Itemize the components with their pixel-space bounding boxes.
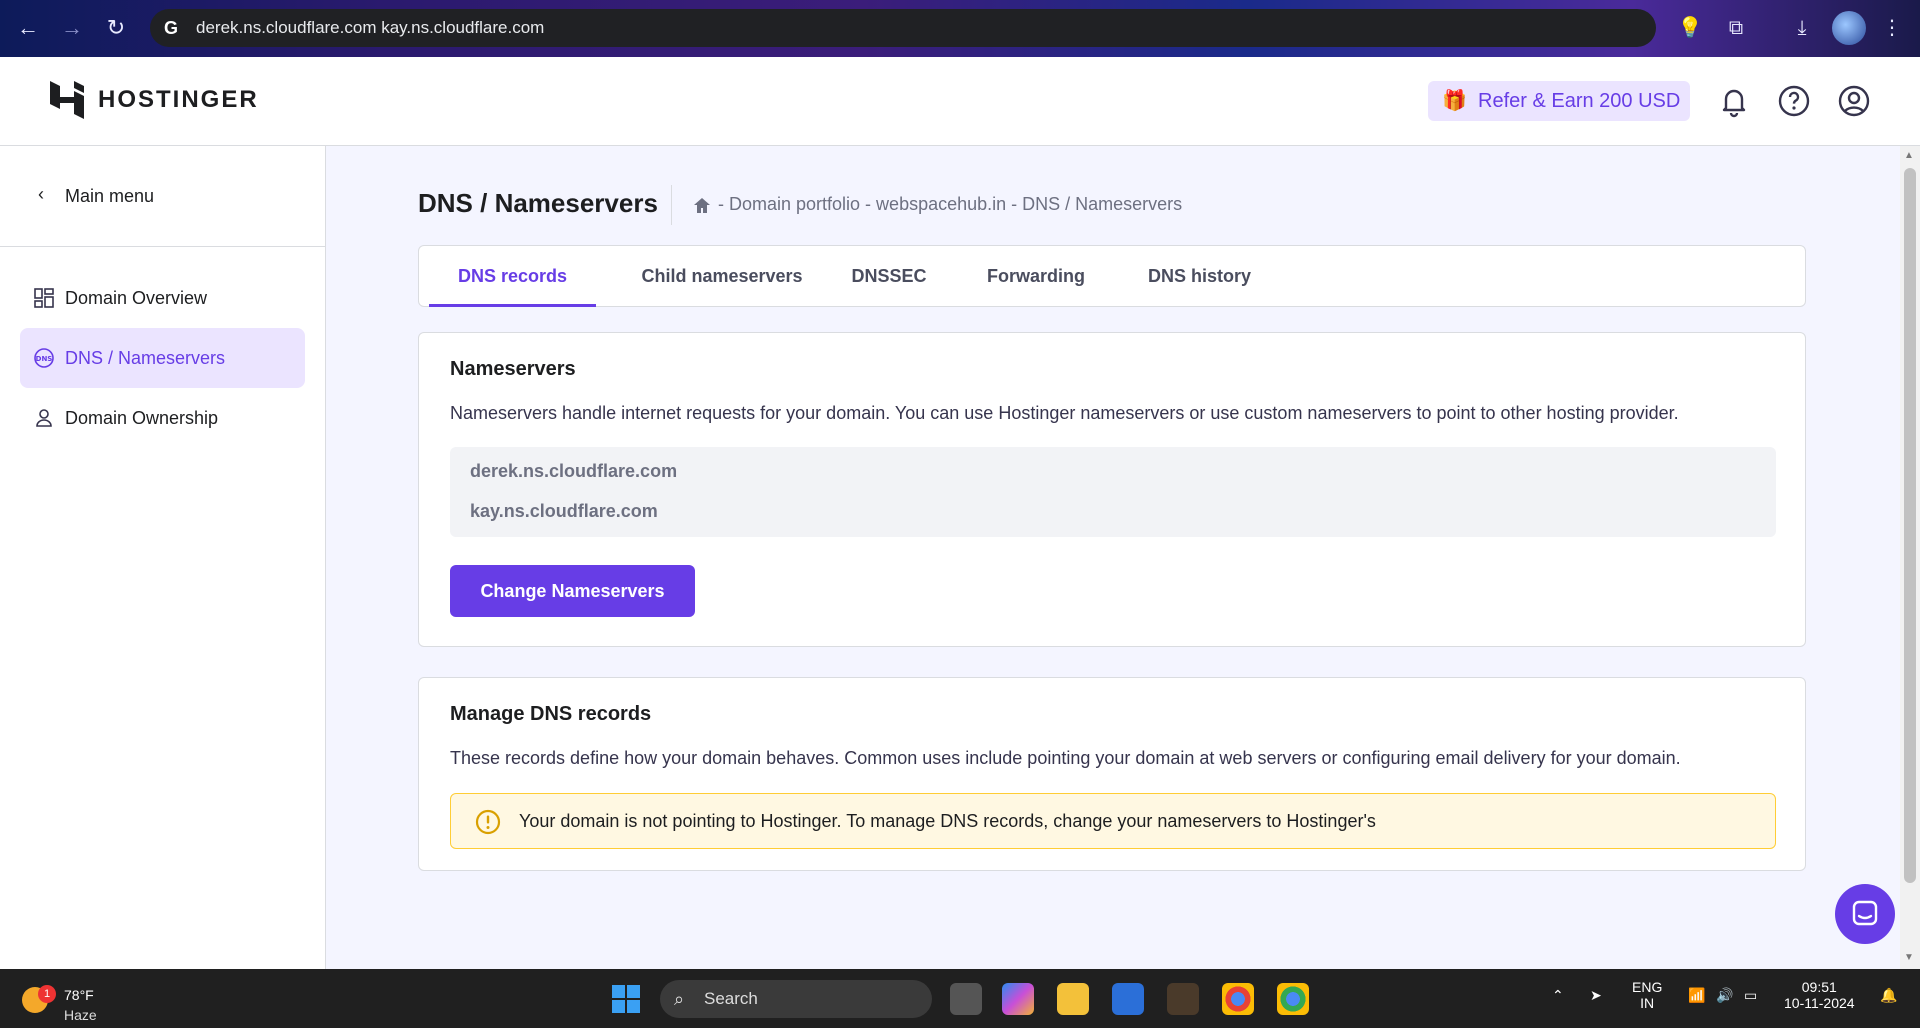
- scroll-down-icon[interactable]: ▼: [1904, 952, 1914, 963]
- dashboard-icon: [34, 288, 54, 308]
- extensions-icon[interactable]: ⧉: [1722, 14, 1750, 42]
- refer-earn-button[interactable]: 🎁 Refer & Earn 200 USD: [1428, 81, 1690, 121]
- download-icon[interactable]: ⤓: [1788, 14, 1816, 42]
- main-menu-label: Main menu: [65, 186, 155, 206]
- nameserver-item: derek.ns.cloudflare.com: [470, 461, 678, 481]
- hostinger-logo[interactable]: HOSTINGER: [50, 81, 259, 119]
- chrome-icon[interactable]: [1222, 983, 1254, 1015]
- help-icon[interactable]: [1776, 83, 1812, 119]
- volume-icon[interactable]: 🔊: [1716, 987, 1733, 1004]
- tab-dns-records[interactable]: DNS records: [429, 246, 596, 307]
- sidebar-item-domain-overview[interactable]: Domain Overview: [20, 268, 305, 328]
- sidebar-item-domain-ownership[interactable]: Domain Ownership: [20, 388, 305, 448]
- account-icon[interactable]: [1836, 83, 1872, 119]
- location-icon[interactable]: ➤: [1590, 987, 1602, 1004]
- hostinger-logo-icon: [50, 81, 84, 119]
- battery-icon[interactable]: ▭: [1744, 987, 1757, 1004]
- address-bar[interactable]: G derek.ns.cloudflare.com kay.ns.cloudfl…: [150, 9, 1656, 47]
- chrome-profile-icon[interactable]: [1277, 983, 1309, 1015]
- warning-alert: Your domain is not pointing to Hostinger…: [450, 793, 1776, 849]
- notification-badge: 1: [38, 985, 56, 1003]
- language-code: ENG: [1632, 979, 1663, 995]
- sidebar: ‹ Main menu Domain Overview DNS DNS / Na…: [0, 146, 326, 969]
- region-code: IN: [1640, 995, 1655, 1011]
- clock[interactable]: 09:51 10-11-2024: [1784, 979, 1855, 1011]
- gift-icon: 🎁: [1442, 90, 1467, 112]
- page-scrollbar[interactable]: ▲ ▼: [1900, 146, 1920, 969]
- address-text: derek.ns.cloudflare.com kay.ns.cloudflar…: [196, 18, 545, 37]
- chat-icon: [1852, 900, 1878, 926]
- copilot-icon[interactable]: [1002, 983, 1034, 1015]
- google-icon: G: [164, 18, 179, 38]
- dns-tabs: DNS records Child nameservers DNSSEC For…: [418, 245, 1806, 307]
- forward-arrow-icon[interactable]: →: [58, 14, 86, 42]
- nameserver-list: derek.ns.cloudflare.com kay.ns.cloudflar…: [450, 447, 1776, 537]
- change-nameservers-button[interactable]: Change Nameservers: [450, 565, 695, 617]
- brand-name: HOSTINGER: [98, 86, 259, 113]
- back-arrow-icon[interactable]: ←: [14, 14, 42, 42]
- home-icon[interactable]: [692, 195, 712, 215]
- date: 10-11-2024: [1784, 995, 1855, 1011]
- sidebar-item-label: DNS / Nameservers: [65, 348, 226, 368]
- tab-forwarding[interactable]: Forwarding: [966, 246, 1106, 307]
- bell-icon[interactable]: [1716, 83, 1752, 119]
- app-header: HOSTINGER 🎁 Refer & Earn 200 USD: [0, 57, 1920, 146]
- search-icon: ⌕: [674, 989, 685, 1009]
- app-icon[interactable]: [1167, 983, 1199, 1015]
- chevron-up-icon[interactable]: ⌃: [1552, 987, 1564, 1004]
- notifications-bell-icon[interactable]: 🔔: [1880, 987, 1897, 1004]
- time: 09:51: [1801, 979, 1837, 995]
- weather-condition: Haze: [64, 1007, 97, 1023]
- manage-dns-heading: Manage DNS records: [450, 703, 652, 725]
- scrollbar-thumb[interactable]: [1904, 168, 1916, 883]
- nameserver-item: kay.ns.cloudflare.com: [470, 501, 658, 521]
- sidebar-item-label: Domain Overview: [65, 288, 208, 308]
- nameservers-description: Nameservers handle internet requests for…: [450, 403, 1679, 423]
- windows-start-icon[interactable]: [612, 985, 640, 1013]
- browser-toolbar: ← → ↻ G derek.ns.cloudflare.com kay.ns.c…: [0, 0, 1920, 57]
- manage-dns-description: These records define how your domain beh…: [450, 748, 1681, 768]
- tab-child-nameservers[interactable]: Child nameservers: [619, 246, 825, 307]
- breadcrumb: - Domain portfolio - webspacehub.in - DN…: [692, 194, 1182, 215]
- kebab-menu-icon[interactable]: ⋮: [1878, 14, 1906, 42]
- manage-dns-card: Manage DNS records These records define …: [418, 677, 1806, 871]
- svg-text:DNS: DNS: [36, 355, 53, 363]
- profile-avatar[interactable]: [1832, 11, 1866, 45]
- task-view-icon[interactable]: [950, 983, 982, 1015]
- lightbulb-icon[interactable]: 💡: [1676, 14, 1704, 42]
- tab-dns-history[interactable]: DNS history: [1127, 246, 1272, 307]
- sidebar-item-label: Domain Ownership: [65, 408, 219, 428]
- nameservers-heading: Nameservers: [450, 358, 576, 380]
- dns-icon: DNS: [34, 348, 54, 368]
- chevron-left-icon: ‹: [38, 184, 44, 204]
- main-menu-link[interactable]: ‹ Main menu: [0, 146, 325, 247]
- windows-taskbar: 1 78°F Haze ⌕ Search ⌃ ➤ ENG IN 📶 🔊 ▭ 09…: [0, 969, 1920, 1028]
- taskbar-search-label: Search: [704, 989, 758, 1008]
- store-icon[interactable]: [1112, 983, 1144, 1015]
- temperature: 78°F: [64, 987, 94, 1003]
- title-divider: [671, 185, 672, 225]
- wifi-icon[interactable]: 📶: [1688, 987, 1705, 1004]
- sidebar-item-dns-nameservers[interactable]: DNS DNS / Nameservers: [20, 328, 305, 388]
- nameservers-card: Nameservers Nameservers handle internet …: [418, 332, 1806, 647]
- warning-icon: [475, 809, 501, 835]
- page-title: DNS / Nameservers: [418, 188, 658, 218]
- language-indicator[interactable]: ENG IN: [1632, 979, 1662, 1011]
- person-icon: [36, 409, 52, 427]
- warning-text: Your domain is not pointing to Hostinger…: [519, 811, 1376, 831]
- tab-dnssec[interactable]: DNSSEC: [839, 246, 939, 307]
- reload-icon[interactable]: ↻: [102, 14, 130, 42]
- file-explorer-icon[interactable]: [1057, 983, 1089, 1015]
- taskbar-search[interactable]: ⌕ Search: [660, 980, 932, 1018]
- breadcrumb-path[interactable]: - Domain portfolio - webspacehub.in - DN…: [718, 194, 1182, 215]
- chat-launcher-button[interactable]: [1835, 884, 1895, 944]
- refer-earn-label: Refer & Earn 200 USD: [1478, 90, 1681, 112]
- scroll-up-icon[interactable]: ▲: [1904, 150, 1914, 161]
